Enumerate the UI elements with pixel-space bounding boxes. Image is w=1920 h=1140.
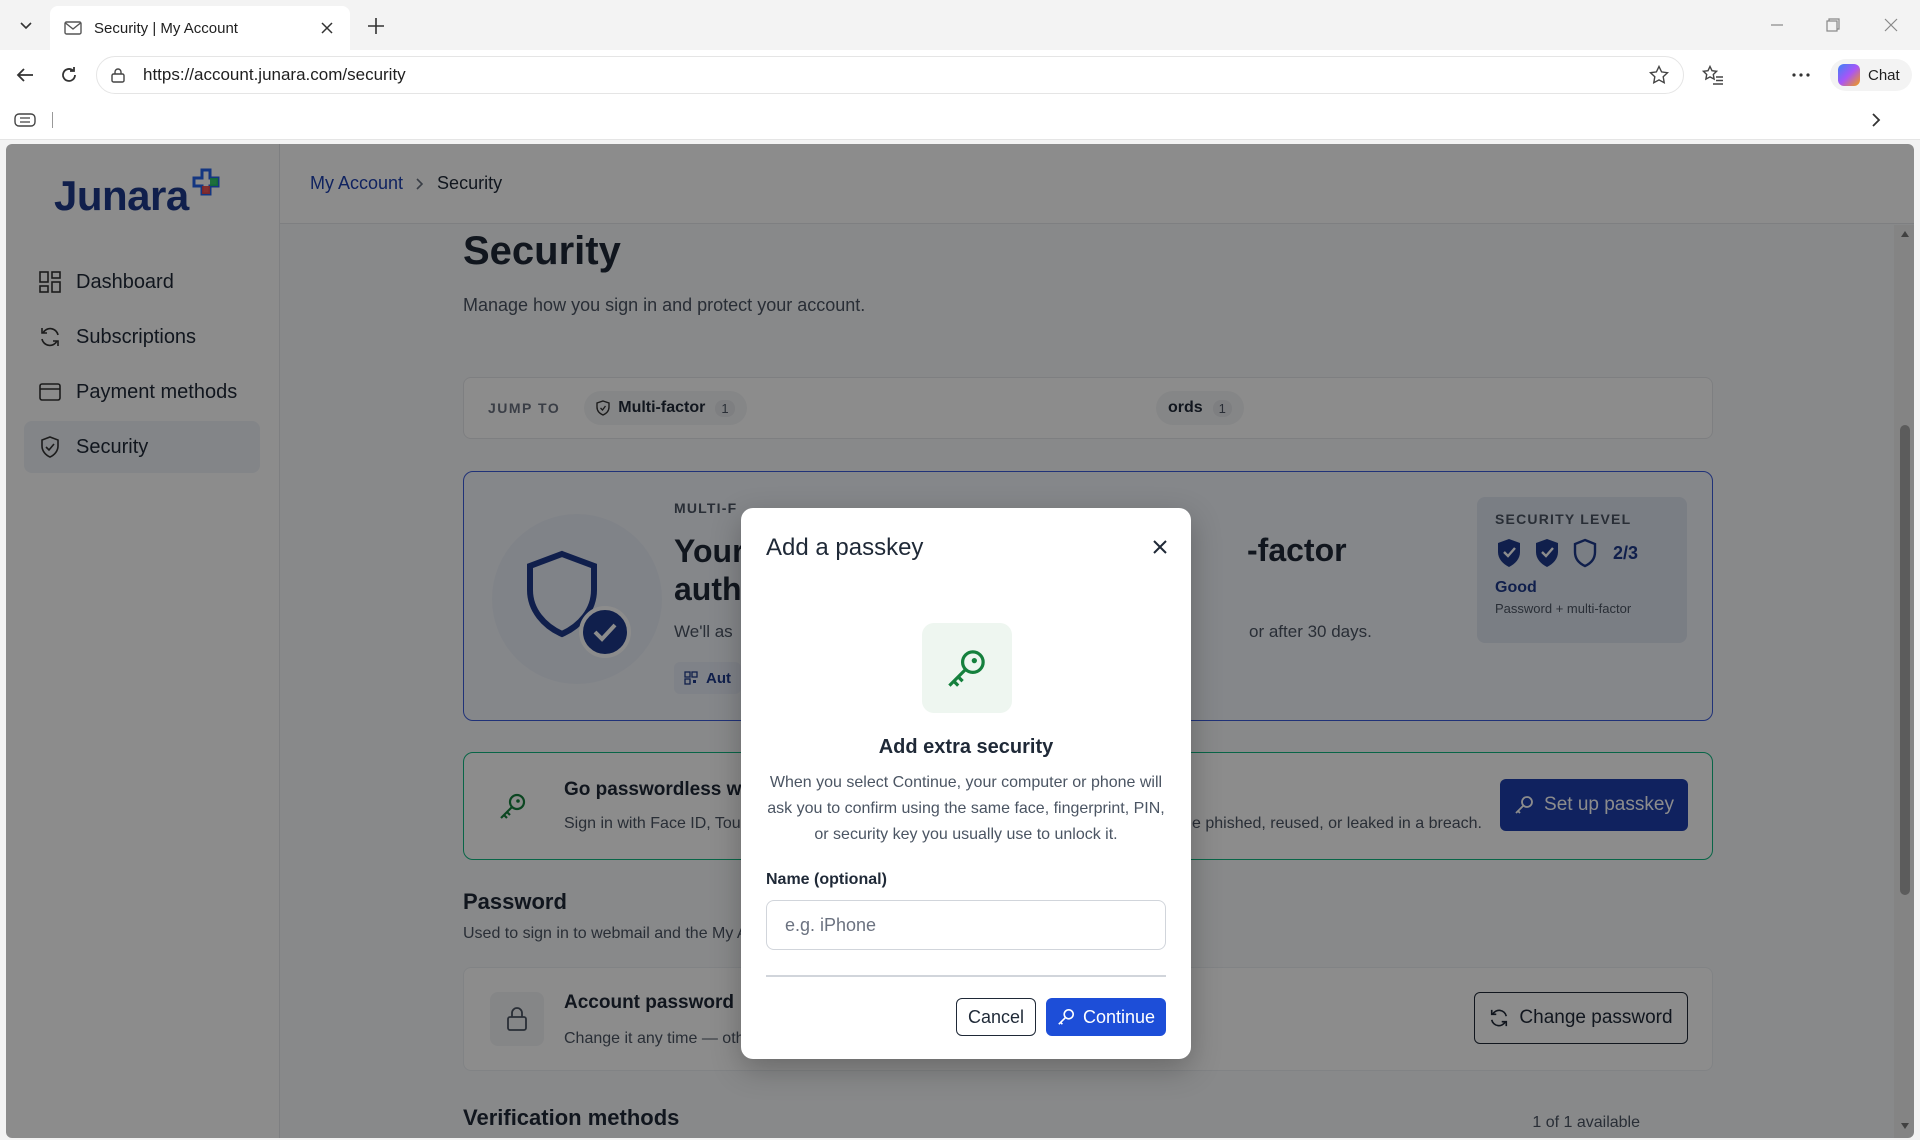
key-icon xyxy=(922,623,1012,713)
favorites-bar xyxy=(0,100,1920,140)
site-info-lock-icon[interactable] xyxy=(111,66,129,84)
favbar-divider xyxy=(52,112,53,128)
url-text: https://account.junara.com/security xyxy=(143,65,406,84)
tab-list-dropdown-icon[interactable] xyxy=(10,12,42,38)
browser-tab-active[interactable]: Security | My Account xyxy=(50,6,350,50)
copilot-icon xyxy=(1838,64,1860,86)
key-icon xyxy=(1058,1008,1074,1025)
tab-title: Security | My Account xyxy=(94,19,238,37)
favorite-star-icon[interactable] xyxy=(1649,65,1669,85)
tab-close-icon[interactable] xyxy=(318,19,336,37)
restore-icon[interactable] xyxy=(1818,10,1848,40)
minimize-icon[interactable] xyxy=(1762,10,1792,40)
url-field[interactable]: https://account.junara.com/security xyxy=(96,56,1684,94)
dialog-body: When you select Continue, your computer … xyxy=(767,774,1165,843)
more-menu-icon[interactable] xyxy=(1788,62,1814,88)
continue-button[interactable]: Continue xyxy=(1046,998,1166,1036)
copilot-chat-button[interactable]: Chat xyxy=(1830,59,1912,91)
cancel-button[interactable]: Cancel xyxy=(956,998,1036,1036)
close-icon[interactable] xyxy=(1147,534,1173,560)
reading-view-icon[interactable] xyxy=(14,112,36,128)
favorites-list-icon[interactable] xyxy=(1700,62,1726,88)
browser-tabbar: Security | My Account xyxy=(0,0,1920,50)
back-icon[interactable] xyxy=(12,62,38,88)
browser-address-bar: https://account.junara.com/security Chat xyxy=(0,50,1920,100)
add-passkey-dialog: Add a passkey Add extra security When yo… xyxy=(741,508,1191,1059)
window-close-icon[interactable] xyxy=(1876,10,1906,40)
button-label: Continue xyxy=(1082,1006,1156,1027)
chat-label: Chat xyxy=(1868,66,1900,84)
new-tab-icon[interactable] xyxy=(362,12,390,40)
passkey-name-input[interactable] xyxy=(766,900,1166,950)
reload-icon[interactable] xyxy=(56,62,82,88)
passkey-name-label: Name (optional) xyxy=(766,871,887,888)
dialog-title: Add a passkey xyxy=(766,534,924,561)
chevron-right-icon[interactable] xyxy=(1868,112,1884,128)
mail-favicon-icon xyxy=(64,19,82,37)
web-page: Junara Dashboard Subscriptions Payment m… xyxy=(6,144,1914,1138)
dialog-divider xyxy=(766,975,1166,977)
dialog-heading: Add extra security xyxy=(878,736,1054,758)
